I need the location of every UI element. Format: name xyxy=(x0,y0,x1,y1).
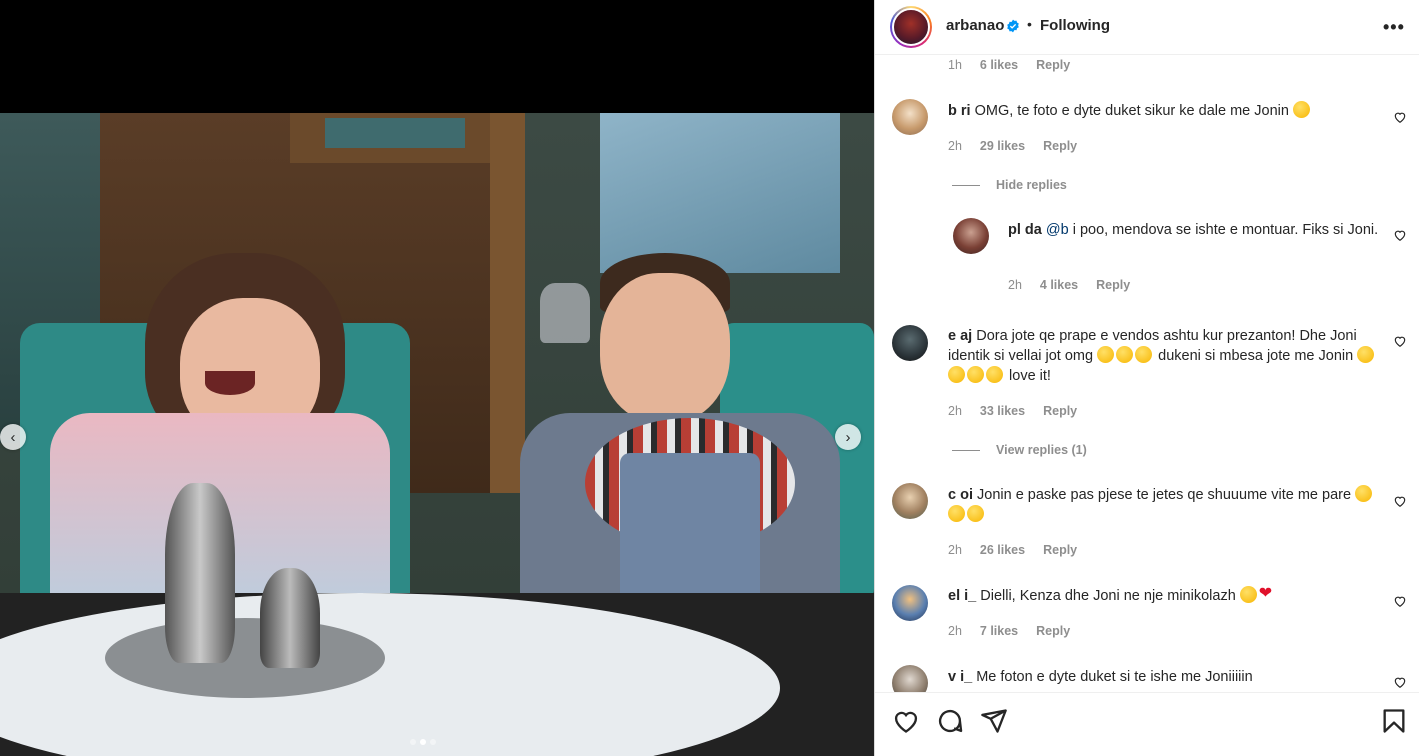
comment-likes[interactable]: 26 likes xyxy=(980,543,1025,557)
commenter-avatar[interactable] xyxy=(892,99,928,135)
following-button[interactable]: Following xyxy=(1040,17,1110,34)
comment-likes[interactable]: 29 likes xyxy=(980,139,1025,153)
like-comment-heart-icon[interactable] xyxy=(1393,594,1407,608)
comment-likes[interactable]: 33 likes xyxy=(980,404,1025,418)
star-struck-emoji-icon xyxy=(1355,485,1373,502)
comment-text: Jonin e paske pas pjese te jetes qe shuu… xyxy=(977,487,1352,503)
comment-time: 1h xyxy=(948,58,962,72)
grinning-sweat-emoji-icon xyxy=(1135,346,1153,363)
like-comment-heart-icon[interactable] xyxy=(1393,228,1407,242)
comment-text: Dielli, Kenza dhe Joni ne nje minikolazh xyxy=(980,588,1236,604)
previous-photo-button[interactable]: ‹ xyxy=(0,424,26,450)
commenter-avatar[interactable] xyxy=(892,483,928,519)
like-comment-heart-icon[interactable] xyxy=(1393,110,1407,124)
commenter-avatar[interactable] xyxy=(892,585,928,621)
grinning-sweat-emoji-icon xyxy=(1097,346,1115,363)
heart-icon[interactable] xyxy=(892,707,920,735)
reply-button[interactable]: Reply xyxy=(1036,58,1070,72)
comment-icon[interactable] xyxy=(936,707,964,735)
comments-list: 1h 6 likes Reply b ri OMG, te foto e dyt… xyxy=(875,56,1419,692)
comment-meta: 1h 6 likes Reply xyxy=(948,58,1070,72)
reply-button[interactable]: Reply xyxy=(1036,624,1070,638)
heart-eyes-emoji-icon xyxy=(1239,586,1257,603)
comment-username[interactable]: e aj xyxy=(948,328,972,344)
comment-meta: 2h 7 likes Reply xyxy=(948,624,1070,638)
reply-button[interactable]: Reply xyxy=(1043,404,1077,418)
commenter-avatar[interactable] xyxy=(892,325,928,361)
like-comment-heart-icon[interactable] xyxy=(1393,334,1407,348)
comment-text-end: love it! xyxy=(1009,368,1051,384)
view-replies-button[interactable]: View replies (1) xyxy=(952,443,1087,457)
photo-dot xyxy=(410,739,416,745)
commenter-avatar[interactable] xyxy=(953,218,989,254)
view-replies-label: View replies (1) xyxy=(996,443,1087,457)
chevron-right-icon: › xyxy=(845,428,851,446)
photo-dot xyxy=(430,739,436,745)
comment-text: OMG, te foto e dyte duket sikur ke dale … xyxy=(974,103,1289,119)
comment-time: 2h xyxy=(948,624,962,638)
star-struck-emoji-icon xyxy=(948,505,965,522)
hide-replies-label: Hide replies xyxy=(996,178,1067,192)
comment-likes[interactable]: 6 likes xyxy=(980,58,1018,72)
header-separator: • xyxy=(1027,16,1032,32)
reply-body: pl da @b i poo, mendova se ishte e montu… xyxy=(1008,220,1388,240)
comment-meta: 2h 4 likes Reply xyxy=(1008,278,1130,292)
next-photo-button[interactable]: › xyxy=(835,424,861,450)
comment-time: 2h xyxy=(948,139,962,153)
reply-button[interactable]: Reply xyxy=(1043,543,1077,557)
smiling-emoji-icon xyxy=(1357,346,1375,363)
like-comment-heart-icon[interactable] xyxy=(1393,675,1407,689)
author-avatar[interactable] xyxy=(890,6,932,48)
author-username[interactable]: arbanao xyxy=(946,17,1004,34)
comment-meta: 2h 26 likes Reply xyxy=(948,543,1077,557)
photo-dot-active xyxy=(420,739,426,745)
comment-username[interactable]: v i_ xyxy=(948,669,972,685)
comment-text-continued: dukeni si mbesa jote me Jonin xyxy=(1158,348,1354,364)
hide-replies-button[interactable]: Hide replies xyxy=(952,178,1067,192)
verified-badge-icon xyxy=(1007,19,1019,33)
comment-body: c oi Jonin e paske pas pjese te jetes qe… xyxy=(948,485,1388,525)
comment-time: 2h xyxy=(948,404,962,418)
chevron-left-icon: ‹ xyxy=(10,428,16,446)
photo-pagination-dots xyxy=(410,739,436,745)
heart-eyes-emoji-icon xyxy=(1292,101,1310,118)
like-comment-heart-icon[interactable] xyxy=(1393,494,1407,508)
comment-body: el i_ Dielli, Kenza dhe Joni ne nje mini… xyxy=(948,584,1388,606)
comment-meta: 2h 33 likes Reply xyxy=(948,404,1077,418)
mention-link[interactable]: @b xyxy=(1046,222,1073,238)
comment-username[interactable]: c oi xyxy=(948,487,973,503)
comment-time: 2h xyxy=(1008,278,1022,292)
smiling-emoji-icon xyxy=(986,366,1003,383)
smiling-emoji-icon xyxy=(967,366,984,383)
post-header: arbanao • Following ••• xyxy=(875,0,1419,55)
post-photo xyxy=(0,113,874,756)
comment-meta: 2h 29 likes Reply xyxy=(948,139,1077,153)
post-side-panel: arbanao • Following ••• 1h 6 likes Reply… xyxy=(874,0,1419,756)
reply-button[interactable]: Reply xyxy=(1043,139,1077,153)
star-struck-emoji-icon xyxy=(967,505,984,522)
comment-likes[interactable]: 4 likes xyxy=(1040,278,1078,292)
comment-body: e aj Dora jote qe prape e vendos ashtu k… xyxy=(948,326,1388,386)
post-viewer: ‹ › arbanao • Following ••• 1h 6 likes R… xyxy=(0,0,1419,756)
comment-text: Me foton e dyte duket si te ishe me Joni… xyxy=(976,669,1253,685)
smiling-emoji-icon xyxy=(948,366,965,383)
comment-likes[interactable]: 7 likes xyxy=(980,624,1018,638)
comment-body: v i_ Me foton e dyte duket si te ishe me… xyxy=(948,667,1388,687)
red-heart-emoji-icon xyxy=(1259,584,1275,604)
reply-button[interactable]: Reply xyxy=(1096,278,1130,292)
comment-body: b ri OMG, te foto e dyte duket sikur ke … xyxy=(948,101,1388,121)
comment-username[interactable]: b ri xyxy=(948,103,971,119)
more-options-button[interactable]: ••• xyxy=(1383,17,1405,38)
comment-text: i poo, mendova se ishte e montuar. Fiks … xyxy=(1072,222,1379,238)
post-action-bar xyxy=(875,692,1419,756)
comment-username[interactable]: el i_ xyxy=(948,588,976,604)
comment-time: 2h xyxy=(948,543,962,557)
comment-username[interactable]: pl da xyxy=(1008,222,1042,238)
media-pane: ‹ › xyxy=(0,0,874,756)
bookmark-icon[interactable] xyxy=(1380,707,1408,735)
share-icon[interactable] xyxy=(980,707,1008,735)
commenter-avatar[interactable] xyxy=(892,665,928,692)
grinning-sweat-emoji-icon xyxy=(1116,346,1134,363)
